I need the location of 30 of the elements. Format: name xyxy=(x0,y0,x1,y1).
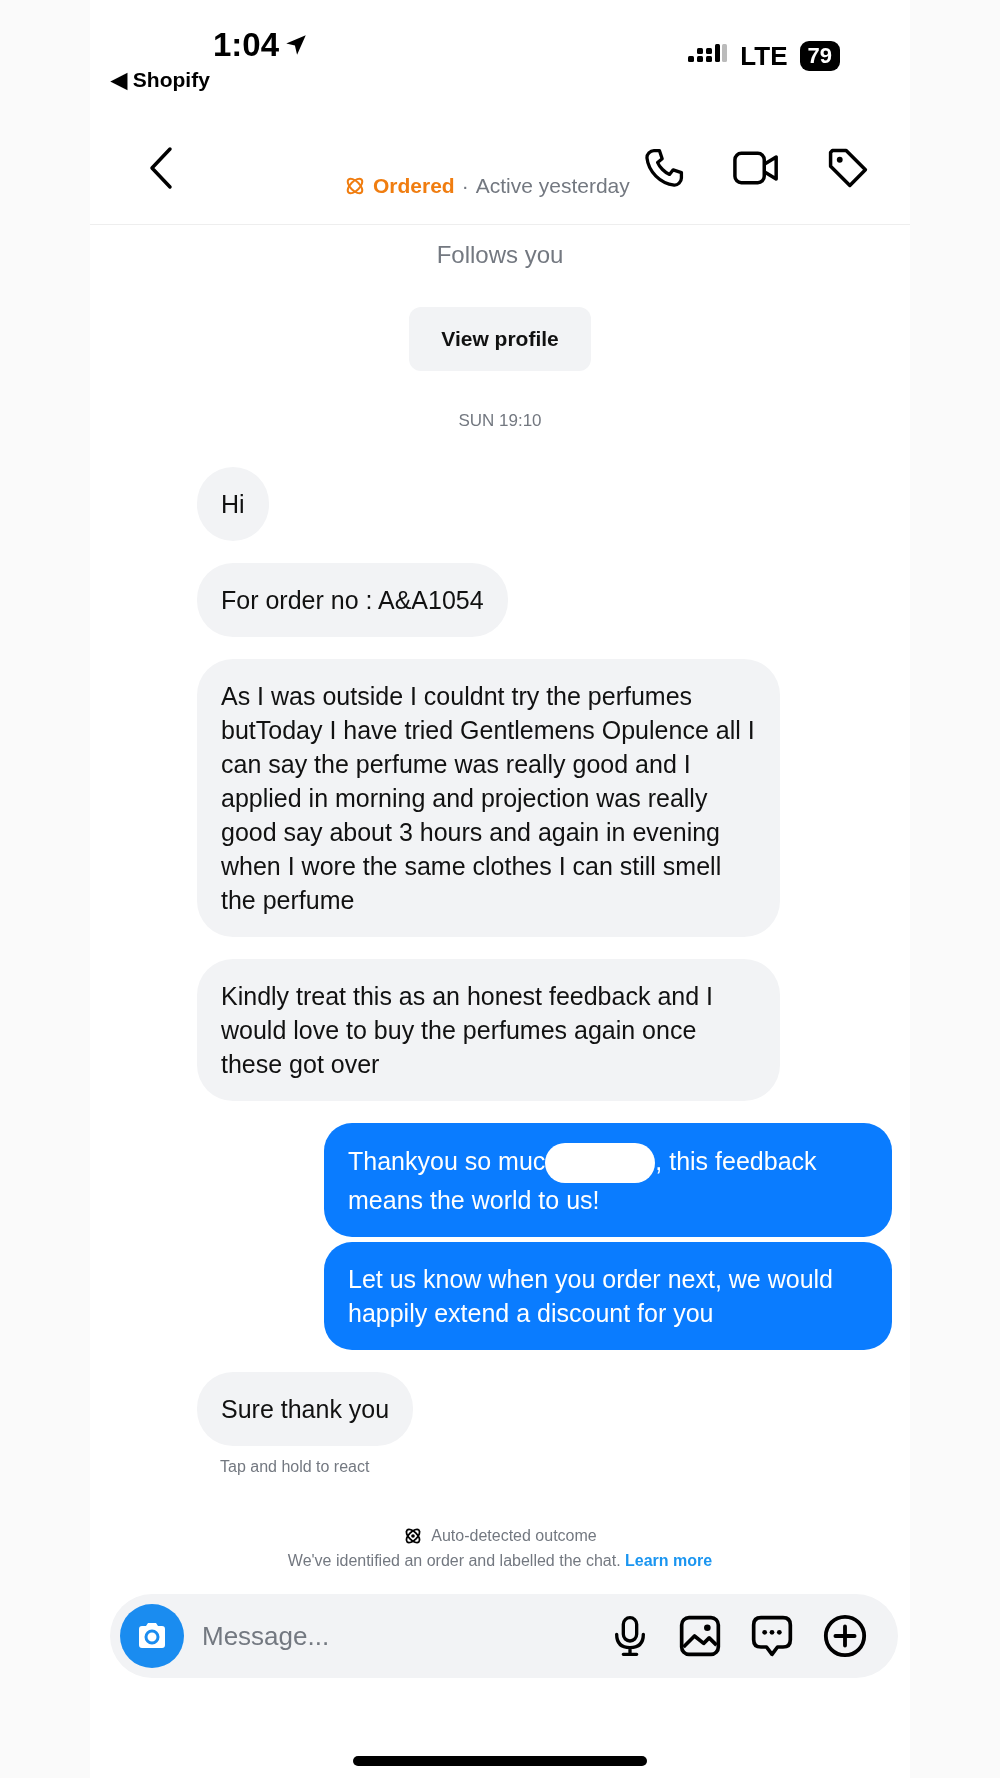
message-bubble: Sure thank you xyxy=(197,1372,414,1446)
add-icon[interactable] xyxy=(822,1613,868,1659)
notice-title: Auto-detected outcome xyxy=(431,1527,597,1545)
back-to-app-link[interactable]: ◀ Shopify xyxy=(111,68,210,92)
activity-status: Active yesterday xyxy=(475,174,630,198)
tag-icon[interactable] xyxy=(826,146,870,190)
phone-icon[interactable] xyxy=(642,146,686,190)
message-bubble: For order no : A&A1054 xyxy=(197,563,508,637)
message-composer[interactable]: Message... xyxy=(110,1594,898,1678)
network-type: LTE xyxy=(740,40,788,72)
message-bubble: Kindly treat this as an honest feedback and I would love to buy the perfumes again once these got over xyxy=(197,959,780,1101)
message-bubble: As I was outside I couldnt try the perfumes butToday I have tried Gentlemens Opulence all I can say the perfume was really good and I applied in morning and projection was really good say about 3 hours and again in evening when I wore the same clothes I can still smell the perfume xyxy=(197,659,780,937)
image-icon[interactable] xyxy=(678,1614,722,1658)
separator-dot: · xyxy=(461,174,469,198)
camera-button-icon[interactable] xyxy=(120,1604,184,1668)
clock-time: 1:04 xyxy=(213,26,280,64)
react-hint: Tap and hold to react xyxy=(220,1458,371,1476)
outcome-icon xyxy=(344,175,366,197)
follows-you-text: Follows you xyxy=(436,241,564,269)
battery-indicator: 79 xyxy=(799,41,840,71)
message-text: Thankyou so muc , this feedback means the world to us! xyxy=(348,1146,817,1214)
message-bubble: Hi xyxy=(197,467,269,541)
view-profile-button[interactable]: View profile xyxy=(409,307,591,371)
message-timestamp: SUN 19:10 xyxy=(457,411,543,431)
message-bubble: Let us know when you order next, we would happily extend a discount for you xyxy=(324,1242,892,1350)
back-icon[interactable] xyxy=(148,146,174,190)
order-status: Ordered xyxy=(373,174,455,198)
chat-bubble-icon[interactable] xyxy=(750,1614,794,1658)
notice-text: We've identified an order and labelled the chat. xyxy=(287,1552,621,1569)
message-input[interactable]: Message... xyxy=(200,1619,610,1653)
